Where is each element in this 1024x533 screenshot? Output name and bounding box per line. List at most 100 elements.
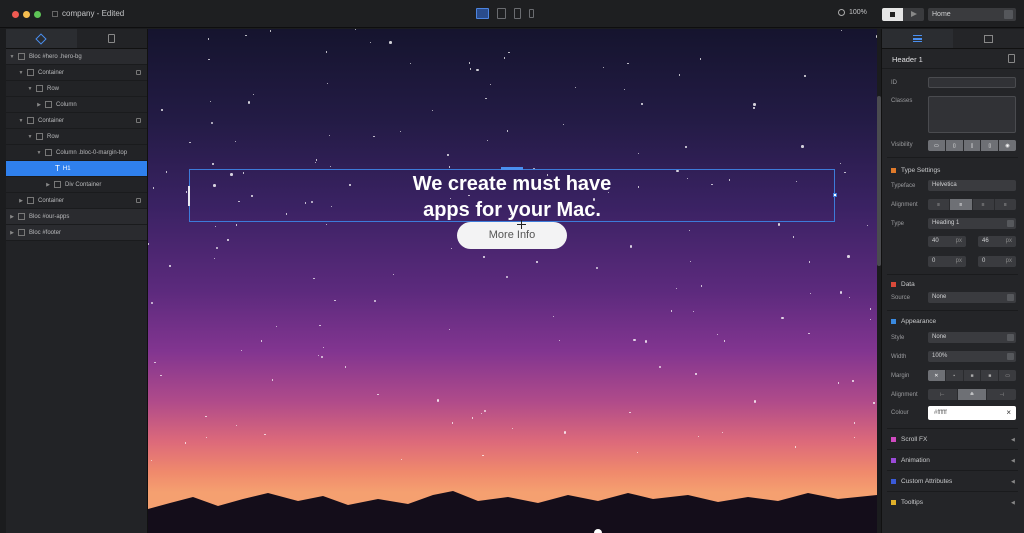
layer-row[interactable]: ▶ Container [6, 193, 147, 209]
colour-field[interactable]: #ffffff × [928, 406, 1016, 420]
width-select[interactable]: 100% [928, 351, 1016, 362]
typeface-select[interactable]: Helvetica [928, 180, 1016, 191]
close-window-button[interactable] [12, 11, 19, 18]
type-settings-section[interactable]: Type Settings [891, 167, 940, 174]
disclosure-closed-icon[interactable]: ▶ [18, 198, 24, 204]
align-justify-button[interactable]: ≡ [995, 199, 1016, 210]
design-canvas[interactable]: We create must have apps for your Mac. M… [148, 29, 877, 533]
tablet-portrait-view-button[interactable] [514, 8, 521, 19]
star [389, 41, 392, 44]
block-align-left-button[interactable]: ⊢ [928, 389, 958, 400]
appearance-section[interactable]: Appearance [891, 318, 936, 325]
disclosure-closed-icon[interactable]: ▶ [36, 102, 42, 108]
play-preview-button[interactable] [903, 8, 924, 21]
star [476, 68, 479, 72]
layer-row[interactable]: T H1 [6, 161, 147, 177]
star [678, 74, 681, 76]
visibility-tablet-portrait-button[interactable]: ▯ [963, 140, 982, 151]
layer-row[interactable]: ▶ Column [6, 97, 147, 113]
star [808, 332, 810, 335]
layer-row[interactable]: ▼ Row [6, 129, 147, 145]
disclosure-open-icon[interactable]: ▼ [27, 86, 33, 92]
lock-icon[interactable] [136, 198, 141, 203]
align-center-button[interactable]: ≡ [950, 199, 973, 210]
margin-large-button[interactable]: ■ [981, 370, 1000, 381]
minimize-window-button[interactable] [23, 11, 30, 18]
block-align-right-button[interactable]: ⊣ [987, 389, 1016, 400]
margin-small-button[interactable]: ▪ [946, 370, 964, 381]
disclosure-open-icon[interactable]: ▼ [9, 54, 15, 60]
collapsed-section-header[interactable]: Tooltips [891, 499, 923, 506]
margin-custom-button[interactable]: ▭ [999, 370, 1016, 381]
letter-spacing-field[interactable]: 0 px [928, 256, 966, 267]
tab-pages[interactable] [77, 29, 148, 48]
tab-properties[interactable] [882, 29, 953, 48]
id-field[interactable] [928, 77, 1016, 88]
style-select[interactable]: None [928, 332, 1016, 343]
lock-icon[interactable] [136, 70, 141, 75]
layer-row[interactable]: ▼ Column .bloc-0-margin-top [6, 145, 147, 161]
type-select[interactable]: Heading 1 [928, 218, 1016, 229]
star [213, 257, 216, 260]
hero-heading[interactable]: We create must have apps for your Mac. [189, 171, 835, 223]
source-select[interactable]: None [928, 292, 1016, 303]
classes-field[interactable] [928, 96, 1016, 133]
tab-layers[interactable] [6, 29, 77, 48]
zoom-control[interactable]: 100% [838, 9, 867, 16]
star [326, 82, 329, 85]
star [506, 130, 509, 132]
collapse-arrow-icon[interactable]: ◀ [1011, 437, 1016, 443]
disclosure-closed-icon[interactable]: ▶ [9, 230, 15, 236]
collapsed-section-header[interactable]: Custom Attributes [891, 478, 952, 485]
layer-bloc-row[interactable]: ▶ Bloc #footer [6, 225, 147, 241]
page-selector[interactable]: Home [928, 8, 1016, 21]
stop-button[interactable] [882, 8, 903, 21]
layer-row[interactable]: ▶ Div Container [6, 177, 147, 193]
visibility-tablet-button[interactable]: ▯ [945, 140, 964, 151]
phone-view-button[interactable] [529, 9, 534, 18]
disclosure-open-icon[interactable]: ▼ [36, 150, 42, 156]
zoom-window-button[interactable] [34, 11, 41, 18]
layer-row[interactable]: ▼ Container [6, 65, 147, 81]
layer-row[interactable]: ▼ Row [6, 81, 147, 97]
word-spacing-value: 0 [982, 258, 986, 264]
disclosure-open-icon[interactable]: ▼ [18, 70, 24, 76]
layer-row[interactable]: ▼ Container [6, 113, 147, 129]
visibility-desktop-button[interactable]: ▭ [928, 140, 946, 151]
disclosure-open-icon[interactable]: ▼ [27, 134, 33, 140]
block-align-center-button[interactable]: ≛ [957, 389, 988, 400]
disclosure-open-icon[interactable]: ▼ [18, 118, 24, 124]
align-left-button[interactable]: ≡ [928, 199, 951, 210]
line-height-field[interactable]: 46 px [978, 236, 1016, 247]
lock-icon[interactable] [136, 118, 141, 123]
visibility-phone-button[interactable]: ▯ [981, 140, 1000, 151]
clear-icon[interactable]: × [1006, 408, 1011, 417]
layer-type-icon [18, 213, 25, 220]
collapsed-section-header[interactable]: Animation [891, 457, 930, 464]
collapsed-section-header[interactable]: Scroll FX [891, 436, 927, 443]
more-info-button[interactable]: More Info [457, 222, 567, 249]
disclosure-closed-icon[interactable]: ▶ [9, 214, 15, 220]
layer-bloc-row[interactable]: ▶ Bloc #our-apps [6, 209, 147, 225]
collapse-arrow-icon[interactable]: ◀ [1011, 458, 1016, 464]
align-right-button[interactable]: ≡ [973, 199, 995, 210]
layer-bloc-row[interactable]: ▼ Bloc #hero .hero-bg [6, 49, 147, 65]
tab-add-element[interactable] [953, 29, 1024, 48]
layer-type-icon [18, 53, 25, 60]
font-size-field[interactable]: 40 px [928, 236, 966, 247]
margin-none-button[interactable]: ✕ [928, 370, 946, 381]
star [753, 400, 757, 403]
collapse-arrow-icon[interactable]: ◀ [1011, 500, 1016, 506]
desktop-view-button[interactable] [476, 8, 489, 19]
eye-icon[interactable]: ◉ [999, 140, 1016, 151]
text-element-icon: T [55, 164, 60, 173]
trash-icon[interactable] [1008, 54, 1015, 63]
disclosure-closed-icon[interactable]: ▶ [45, 182, 51, 188]
tablet-view-button[interactable] [497, 8, 506, 19]
collapse-arrow-icon[interactable]: ◀ [1011, 479, 1016, 485]
margin-medium-button[interactable]: ■ [964, 370, 982, 381]
data-section[interactable]: Data [891, 281, 915, 288]
drag-handle-top[interactable] [501, 167, 523, 170]
star [210, 121, 214, 125]
word-spacing-field[interactable]: 0 px [978, 256, 1016, 267]
